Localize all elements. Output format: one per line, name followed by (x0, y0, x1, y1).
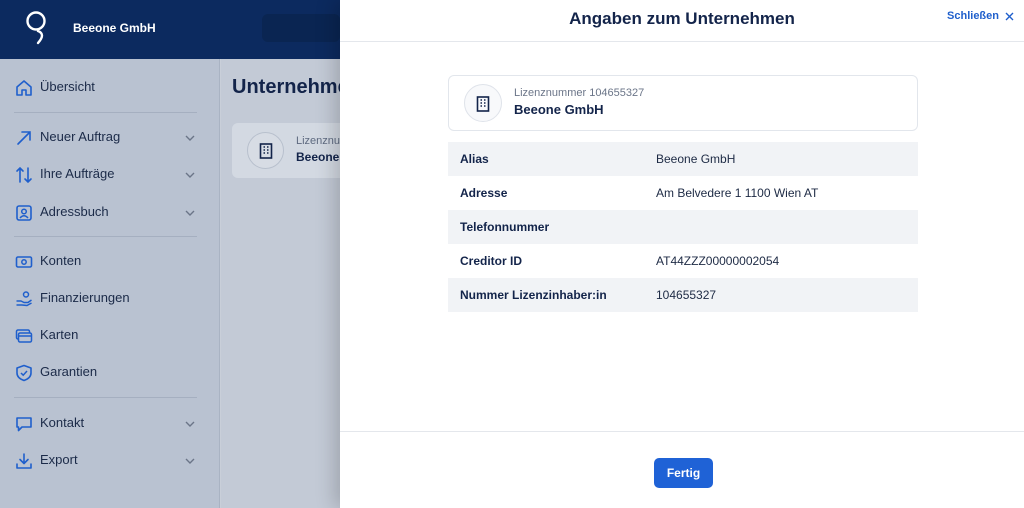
home-icon (16, 80, 32, 96)
sidebar-item-cards[interactable]: Karten (0, 320, 220, 350)
chat-icon (16, 417, 32, 432)
detail-label: Telefonnummer (460, 220, 550, 234)
chevron-down-icon[interactable] (184, 207, 196, 219)
sidebar-item-label: Konten (40, 253, 82, 268)
company-details-modal: Angaben zum Unternehmen Schließen Lizenz… (340, 0, 1024, 508)
sidebar: Übersicht Neuer Auftrag Ihre Aufträge Ad… (0, 59, 220, 508)
sidebar-item-label: Export (40, 452, 78, 467)
financing-icon (16, 291, 32, 307)
close-icon (1005, 12, 1014, 20)
detail-label: Adresse (460, 186, 508, 200)
detail-value: Am Belvedere 1 1100 Wien AT (656, 186, 819, 200)
sidebar-divider (14, 112, 197, 113)
sidebar-item-label: Ihre Aufträge (40, 166, 115, 181)
transfer-icon (16, 166, 32, 184)
sidebar-item-label: Kontakt (40, 415, 85, 430)
sidebar-item-guarantees[interactable]: Garantien (0, 357, 220, 387)
building-icon (476, 96, 490, 112)
modal-title: Angaben zum Unternehmen (569, 9, 795, 28)
sidebar-item-label: Garantien (40, 364, 98, 379)
company-logo-icon[interactable] (24, 10, 48, 46)
sidebar-item-overview[interactable]: Übersicht (0, 72, 220, 102)
detail-row-license-holder: Nummer Lizenzinhaber:in 104655327 (448, 278, 918, 312)
chevron-down-icon[interactable] (184, 169, 196, 181)
detail-value: AT44ZZZ00000002054 (656, 254, 780, 268)
company-avatar (464, 84, 502, 122)
shield-icon (16, 364, 32, 382)
close-button[interactable]: Schließen (947, 10, 1014, 22)
done-button[interactable]: Fertig (654, 458, 713, 488)
sidebar-item-contact[interactable]: Kontakt (0, 408, 220, 438)
sidebar-divider (14, 397, 197, 398)
modal-company-name: Beeone GmbH (514, 102, 604, 117)
sidebar-item-financing[interactable]: Finanzierungen (0, 283, 220, 313)
detail-row-alias: Alias Beeone GmbH (448, 142, 918, 176)
detail-row-phone: Telefonnummer (448, 210, 918, 244)
company-details-table: Alias Beeone GmbH Adresse Am Belvedere 1… (448, 142, 918, 312)
company-avatar (247, 132, 284, 169)
modal-footer: Fertig (340, 431, 1024, 508)
sidebar-item-new-order[interactable]: Neuer Auftrag (0, 122, 220, 152)
contact-icon (16, 205, 32, 221)
sidebar-item-label: Finanzierungen (40, 290, 130, 305)
close-label: Schließen (947, 10, 999, 22)
modal-company-license: Lizenznummer 104655327 (514, 87, 645, 99)
chevron-down-icon[interactable] (184, 418, 196, 430)
sidebar-divider (14, 236, 197, 237)
modal-company-card: Lizenznummer 104655327 Beeone GmbH (448, 75, 918, 131)
building-icon (259, 143, 273, 159)
sidebar-item-label: Übersicht (40, 79, 95, 94)
detail-value: Beeone GmbH (656, 152, 736, 166)
accounts-icon (15, 256, 33, 268)
sidebar-item-label: Adressbuch (40, 204, 109, 219)
detail-label: Nummer Lizenzinhaber:in (460, 288, 607, 302)
company-name[interactable]: Beeone GmbH (73, 21, 156, 35)
detail-label: Creditor ID (460, 254, 523, 268)
detail-row-creditor-id: Creditor ID AT44ZZZ00000002054 (448, 244, 918, 278)
detail-row-address: Adresse Am Belvedere 1 1100 Wien AT (448, 176, 918, 210)
detail-value: 104655327 (656, 288, 717, 302)
top-bar-search-placeholder (262, 14, 340, 42)
sidebar-item-my-orders[interactable]: Ihre Aufträge (0, 159, 220, 189)
chevron-down-icon[interactable] (184, 455, 196, 467)
sidebar-item-label: Karten (40, 327, 79, 342)
sidebar-item-accounts[interactable]: Konten (0, 246, 220, 276)
modal-header: Angaben zum Unternehmen Schließen (340, 0, 1024, 42)
cards-icon (15, 329, 33, 343)
chevron-down-icon[interactable] (184, 132, 196, 144)
arrow-up-right-icon (17, 131, 31, 145)
sidebar-item-address-book[interactable]: Adressbuch (0, 197, 220, 227)
sidebar-item-label: Neuer Auftrag (40, 129, 121, 144)
sidebar-item-export[interactable]: Export (0, 445, 220, 475)
download-icon (16, 453, 32, 469)
detail-label: Alias (460, 152, 489, 166)
